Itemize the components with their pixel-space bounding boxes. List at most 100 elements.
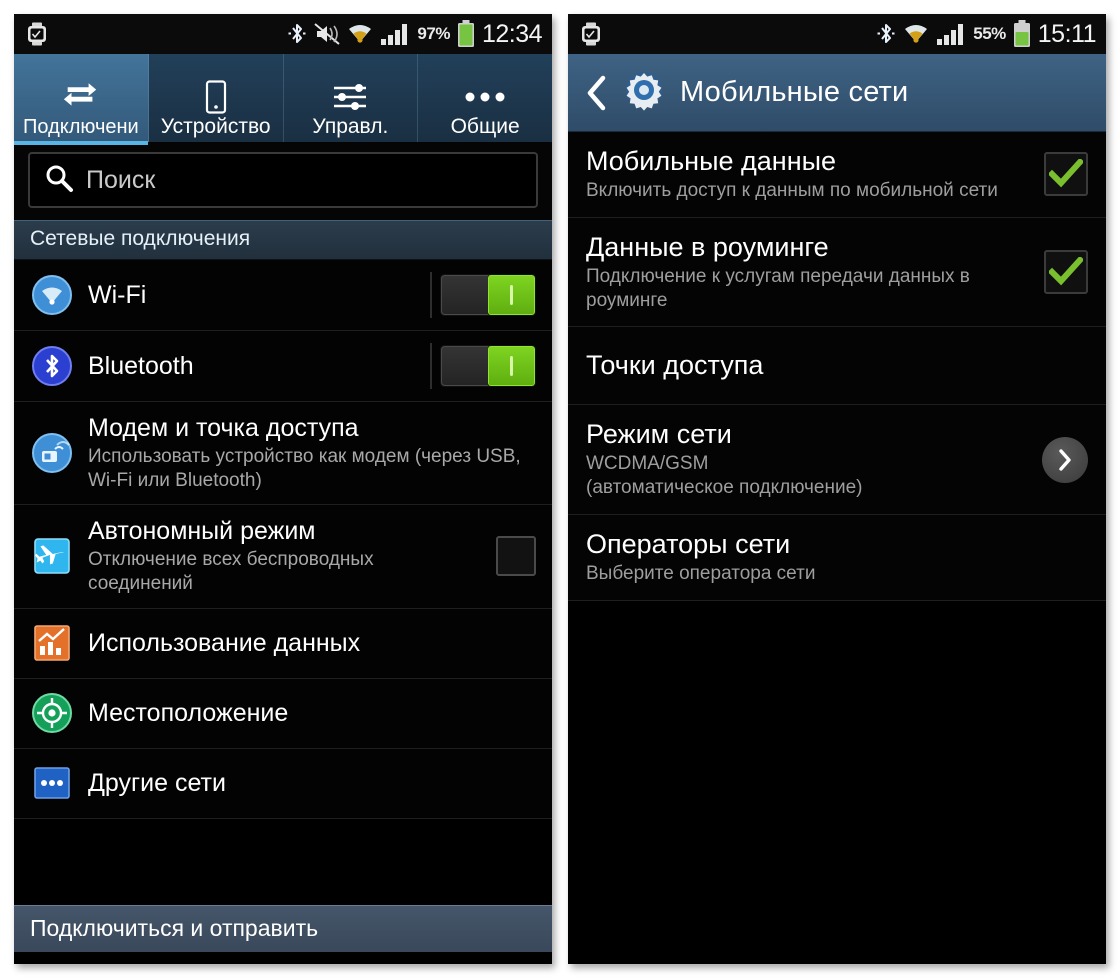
bluetooth-toggle-area[interactable] [430,343,536,389]
list-item-location[interactable]: Местоположение [14,678,552,749]
list-item-data-roaming[interactable]: Данные в роуминге Подключение к услугам … [568,217,1106,328]
divider [430,343,432,389]
signal-bars-icon [380,22,410,46]
divider [430,272,432,318]
more-dots-icon [463,79,507,115]
tab-connections[interactable]: Подключени [14,54,149,145]
airplane-mode-checkbox[interactable] [496,536,536,577]
wifi-toggle-area[interactable] [430,272,536,318]
list-item-title: Операторы сети [586,528,791,559]
connect-and-share-bar[interactable]: Подключиться и отправить [14,905,552,952]
tab-controls[interactable]: Управл. [284,54,419,142]
list-item-bluetooth[interactable]: Bluetooth [14,331,552,402]
more-networks-icon [30,761,74,805]
bluetooth-icon [287,21,307,47]
clock-label: 15:11 [1037,19,1097,48]
checkmark-icon [1049,257,1083,286]
bluetooth-icon [876,21,896,47]
list-item-title: Другие сети [88,768,226,797]
data-roaming-checkbox[interactable] [1044,250,1088,295]
data-usage-icon [30,621,74,665]
list-item-network-mode[interactable]: Режим сети WCDMA/GSM (автоматическое под… [568,405,1106,515]
sliders-icon [331,79,369,115]
wifi-icon [903,22,929,46]
two-phone-screenshot: 97% 12:34 Подключени Устройство Управл. … [0,0,1120,980]
right-phone-screen: 55% 15:11 Мобильные сети Мобильные данны… [568,14,1106,964]
checkmark-icon [1049,159,1083,188]
tethering-hotspot-icon [30,431,74,475]
list-item-data-usage[interactable]: Использование данных [14,608,552,679]
tab-connections-label: Подключени [23,116,139,138]
list-item-title: Bluetooth [88,351,194,380]
list-item-subtitle: Включить доступ к данным по мобильной се… [586,180,998,202]
tab-controls-label: Управл. [312,114,389,138]
mute-icon [314,21,341,47]
chevron-right-icon[interactable] [1042,436,1088,483]
section-header-network: Сетевые подключения [14,220,552,260]
airplane-checkbox-area[interactable] [496,536,536,577]
wifi-icon [347,22,373,46]
tab-device[interactable]: Устройство [149,54,284,142]
list-item-title: Мобильные данные [586,146,837,176]
list-item-title: Местоположение [88,698,289,727]
list-item-title: Режим сети [586,419,732,450]
settings-tab-bar: Подключени Устройство Управл. Общие [14,54,552,145]
toggle-track [441,346,488,386]
list-item-mobile-data[interactable]: Мобильные данные Включить доступ к данны… [568,132,1106,218]
settings-gear-icon [622,68,666,117]
toggle-thumb [487,346,535,386]
list-item-subtitle: Подключение к услугам передачи данных в … [586,265,970,311]
battery-icon [1013,20,1031,48]
list-item-airplane-mode[interactable]: Автономный режим Отключение всех беспров… [14,505,552,609]
search-input[interactable]: Поиск [28,152,538,208]
back-chevron-icon[interactable] [584,74,608,112]
search-placeholder: Поиск [86,165,156,194]
toggle-thumb [487,275,535,315]
airplane-mode-icon [30,534,74,578]
mobile-networks-appbar: Мобильные сети [568,54,1106,132]
page-title: Мобильные сети [680,76,909,108]
connections-arrows-icon [62,80,100,116]
signal-bars-icon [936,22,966,46]
right-status-bar: 55% 15:11 [568,14,1106,54]
list-item-access-points[interactable]: Точки доступа [568,327,1106,406]
watch-icon [26,22,48,46]
list-item-subtitle: Выберите оператора сети [586,562,816,584]
wifi-circle-icon [30,273,74,317]
watch-icon [580,22,602,46]
list-item-wifi[interactable]: Wi-Fi [14,260,552,331]
mobile-data-checkbox-area[interactable] [1044,152,1088,197]
left-phone-screen: 97% 12:34 Подключени Устройство Управл. … [14,14,552,964]
list-item-other-networks[interactable]: Другие сети [14,748,552,819]
list-item-title: Точки доступа [586,350,764,381]
left-status-bar: 97% 12:34 [14,14,552,54]
connections-list: Wi-Fi Bluetooth Модем и точка доступа Ис… [14,260,552,819]
toggle-track [441,275,488,315]
list-item-subtitle: WCDMA/GSM (автоматическое подключение) [586,453,863,499]
tab-device-label: Устройство [160,114,271,138]
list-item-title: Модем и точка доступа [88,414,359,442]
network-mode-chevron-area[interactable] [1042,436,1088,483]
bluetooth-toggle[interactable] [440,345,536,387]
tab-general[interactable]: Общие [418,54,552,142]
list-item-title: Данные в роуминге [586,231,829,262]
list-item-network-operators[interactable]: Операторы сети Выберите оператора сети [568,514,1106,601]
battery-icon [457,20,475,48]
bluetooth-circle-icon [30,344,74,388]
location-icon [30,691,74,735]
list-item-title: Wi-Fi [88,280,147,309]
data-roaming-checkbox-area[interactable] [1044,250,1088,295]
mobile-networks-list: Мобильные данные Включить доступ к данны… [568,132,1106,964]
phone-device-icon [204,79,228,115]
wifi-toggle[interactable] [440,274,536,316]
list-item-tethering[interactable]: Модем и точка доступа Использовать устро… [14,402,552,506]
empty-list-area [568,600,1106,964]
list-item-title: Использование данных [88,628,361,657]
mobile-data-checkbox[interactable] [1044,152,1088,197]
search-area: Поиск [14,142,552,220]
tab-general-label: Общие [450,114,520,138]
list-item-title: Автономный режим [88,517,316,546]
list-item-subtitle: Использовать устройство как модем (через… [88,445,521,491]
battery-percent-label: 55% [973,24,1006,43]
battery-percent-label: 97% [417,24,450,43]
